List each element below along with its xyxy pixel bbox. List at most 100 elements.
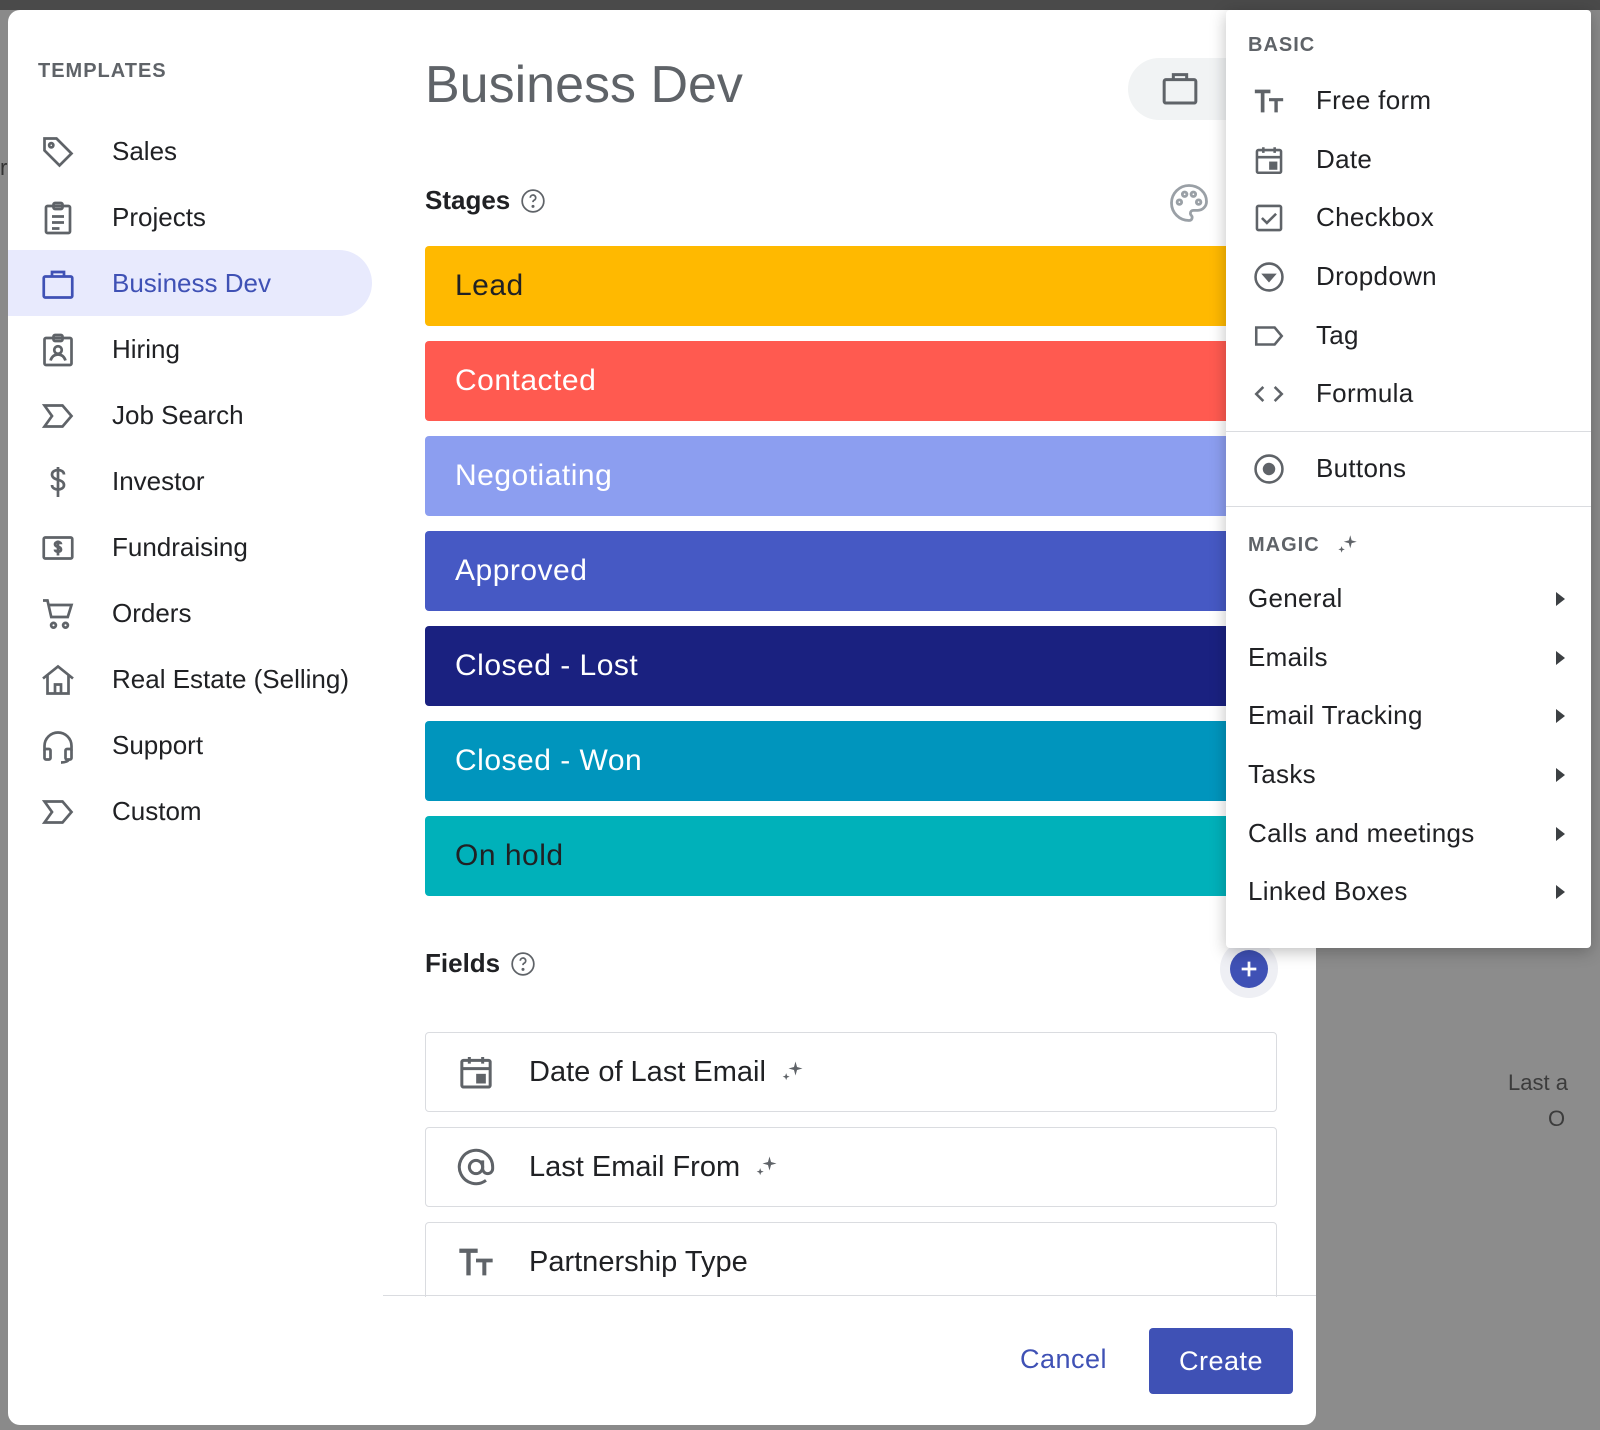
menu-item-label: Buttons [1316, 452, 1407, 483]
plus-icon [1230, 950, 1268, 988]
menu-section-label: BASIC [1248, 34, 1316, 56]
sidebar-item-hiring[interactable]: Hiring [8, 316, 372, 382]
submenu-arrow-icon [1556, 827, 1565, 841]
field-label: Date of Last Email [529, 1056, 806, 1089]
chevron-flag-icon [40, 794, 76, 830]
menu-item-buttons[interactable]: Buttons [1226, 440, 1591, 496]
checkbox-icon [1252, 201, 1286, 235]
menu-item-formula[interactable]: Formula [1226, 365, 1591, 421]
home-icon [40, 662, 76, 698]
menu-item-label: Formula [1316, 377, 1414, 408]
sidebar-item-label: Investor [112, 465, 205, 496]
cart-icon [40, 596, 76, 632]
menu-item-label: Linked Boxes [1248, 875, 1408, 906]
sidebar-item-sales[interactable]: Sales [8, 118, 372, 184]
stage-closed-won[interactable]: Closed - Won [425, 721, 1285, 801]
sidebar-item-fundraising[interactable]: Fundraising [8, 514, 372, 580]
sidebar-item-business-dev[interactable]: Business Dev [8, 250, 372, 316]
menu-item-tag[interactable]: Tag [1226, 307, 1591, 363]
fields-label: Fields [425, 948, 501, 978]
help-icon[interactable] [510, 951, 536, 977]
menu-item-label: Checkbox [1316, 201, 1435, 232]
stage-negotiating[interactable]: Negotiating [425, 436, 1285, 516]
templates-sidebar: TEMPLATES Sales Projects Business Dev Hi… [8, 10, 383, 1425]
calendar-icon [456, 1052, 496, 1092]
menu-section-label: MAGIC [1248, 533, 1320, 556]
stage-approved[interactable]: Approved [425, 531, 1285, 611]
menu-item-checkbox[interactable]: Checkbox [1226, 189, 1591, 245]
dropdown-icon [1252, 260, 1286, 294]
menu-item-label: Email Tracking [1248, 699, 1423, 730]
stages-list: Lead Contacted Negotiating Approved Clos… [425, 246, 1285, 911]
sidebar-item-label: Real Estate (Selling) [112, 663, 349, 694]
add-field-button[interactable] [1220, 940, 1278, 998]
stages-label: Stages [425, 185, 511, 215]
menu-item-linked-boxes[interactable]: Linked Boxes [1226, 863, 1591, 919]
sidebar-item-investor[interactable]: Investor [8, 448, 372, 514]
stage-contacted[interactable]: Contacted [425, 341, 1285, 421]
menu-item-tasks[interactable]: Tasks [1226, 746, 1591, 802]
backdrop-text-2: O [1548, 1106, 1566, 1131]
menu-section-magic: MAGIC [1248, 532, 1360, 558]
field-row-date-of-last-email[interactable]: Date of Last Email [425, 1032, 1277, 1112]
dollar-icon [40, 464, 76, 500]
briefcase-icon [40, 266, 76, 302]
field-label: Last Email From [529, 1151, 780, 1184]
templates-list: Sales Projects Business Dev Hiring Job S… [8, 118, 383, 844]
menu-item-label: Calls and meetings [1248, 817, 1475, 848]
field-row-last-email-from[interactable]: Last Email From [425, 1127, 1277, 1207]
template-editor: Business Dev Stages Lead Contacted Negot… [383, 10, 1316, 1425]
menu-item-label: Free form [1316, 84, 1432, 115]
cancel-button[interactable]: Cancel [998, 1330, 1129, 1388]
submenu-arrow-icon [1556, 768, 1565, 782]
sidebar-item-projects[interactable]: Projects [8, 184, 372, 250]
stage-closed-lost[interactable]: Closed - Lost [425, 626, 1285, 706]
submenu-arrow-icon [1556, 651, 1565, 665]
sidebar-item-label: Business Dev [112, 267, 271, 298]
fields-list: Date of Last Email Last Email From Partn… [425, 1032, 1277, 1297]
menu-item-label: Tag [1316, 319, 1359, 350]
sidebar-item-job-search[interactable]: Job Search [8, 382, 372, 448]
footer-divider [383, 1295, 1316, 1296]
sidebar-item-custom[interactable]: Custom [8, 778, 372, 844]
sidebar-item-support[interactable]: Support [8, 712, 372, 778]
template-dialog: TEMPLATES Sales Projects Business Dev Hi… [8, 10, 1316, 1425]
radio-button-icon [1252, 452, 1286, 486]
menu-item-calls-and-meetings[interactable]: Calls and meetings [1226, 805, 1591, 861]
sidebar-item-label: Hiring [112, 333, 180, 364]
create-button[interactable]: Create [1149, 1328, 1293, 1394]
field-type-menu: BASIC Free form Date Checkbox Dropdown T… [1226, 10, 1591, 948]
magic-sparkle-icon [1338, 535, 1357, 553]
stage-on-hold[interactable]: On hold [425, 816, 1285, 896]
badge-icon [40, 332, 76, 368]
sidebar-item-orders[interactable]: Orders [8, 580, 372, 646]
sidebar-item-real-estate[interactable]: Real Estate (Selling) [8, 646, 372, 712]
menu-item-label: Dropdown [1316, 260, 1437, 291]
briefcase-icon [1162, 73, 1198, 105]
backdrop-panel: Last a O [1290, 930, 1600, 1430]
fields-heading: Fields [425, 948, 536, 979]
menu-item-free-form[interactable]: Free form [1226, 72, 1591, 128]
clipboard-icon [40, 200, 76, 236]
menu-item-label: Emails [1248, 641, 1328, 672]
palette-icon[interactable] [1168, 182, 1210, 224]
sidebar-item-label: Sales [112, 135, 178, 166]
menu-item-date[interactable]: Date [1226, 131, 1591, 187]
sidebar-item-label: Support [112, 729, 204, 760]
stages-heading: Stages [425, 185, 546, 216]
sidebar-item-label: Job Search [112, 399, 244, 430]
menu-item-dropdown[interactable]: Dropdown [1226, 248, 1591, 304]
backdrop-edge-text: r [0, 155, 8, 180]
menu-item-email-tracking[interactable]: Email Tracking [1226, 687, 1591, 743]
menu-item-general[interactable]: General [1226, 570, 1591, 626]
menu-item-label: Tasks [1248, 758, 1316, 789]
menu-section-basic: BASIC [1248, 34, 1315, 57]
stage-lead[interactable]: Lead [425, 246, 1285, 326]
help-icon[interactable] [520, 188, 546, 214]
field-row-partnership-type[interactable]: Partnership Type [425, 1222, 1277, 1297]
money-icon [40, 530, 76, 566]
menu-item-emails[interactable]: Emails [1226, 629, 1591, 685]
menu-item-label: Date [1316, 143, 1373, 174]
field-name: Last Email From [529, 1150, 741, 1183]
chevron-flag-icon [40, 398, 76, 434]
